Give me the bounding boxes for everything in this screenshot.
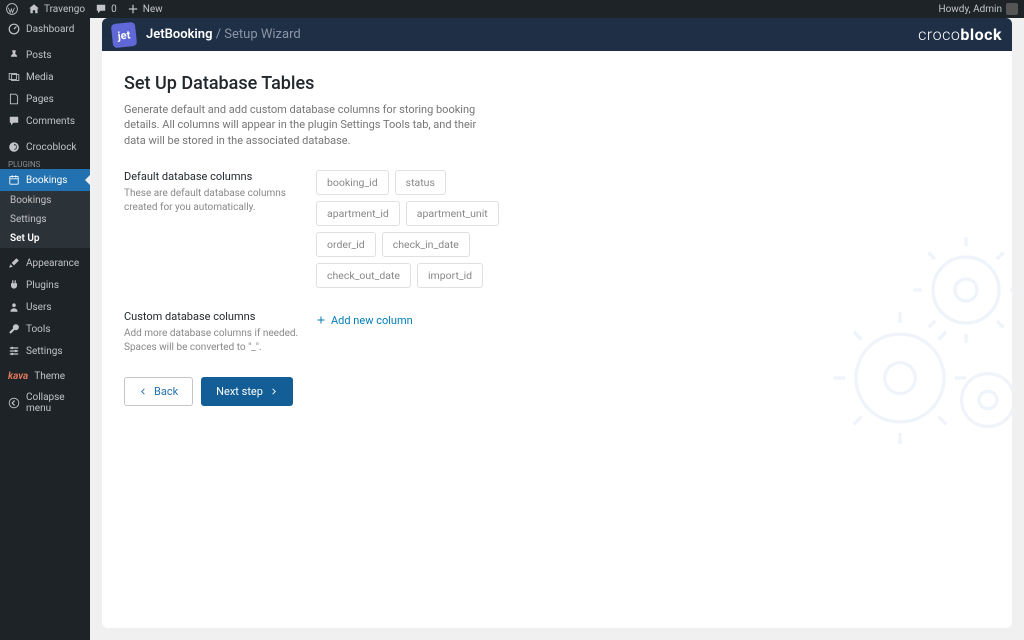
kava-logo: kava <box>8 371 28 382</box>
column-tag: status <box>395 170 446 195</box>
column-tag: import_id <box>417 263 483 288</box>
home-icon <box>28 3 40 15</box>
calendar-icon <box>8 174 20 186</box>
sliders-icon <box>8 345 20 357</box>
title-sub: / Setup Wizard <box>216 27 301 42</box>
crocoblock-icon <box>8 141 20 153</box>
sidebar-item-theme[interactable]: kava Theme <box>0 366 90 387</box>
add-column-button[interactable]: Add new column <box>316 314 413 327</box>
admin-bar: Travengo 0 New Howdy, Admin <box>0 0 1024 18</box>
sidebar-item-label: Plugins <box>26 280 59 291</box>
site-link[interactable]: Travengo <box>28 3 85 15</box>
setup-panel: jet JetBooking / Setup Wizard crocoblock… <box>102 18 1012 628</box>
sidebar-item-bookings[interactable]: Bookings <box>0 169 90 191</box>
jet-badge: jet <box>111 21 137 47</box>
wrench-icon <box>8 323 20 335</box>
sidebar-item-label: Users <box>26 302 52 313</box>
sidebar-item-comments[interactable]: Comments <box>0 110 90 132</box>
panel-content: Set Up Database Tables Generate default … <box>102 51 1012 428</box>
sidebar-item-label: Tools <box>26 324 50 335</box>
comments-link[interactable]: 0 <box>95 3 117 15</box>
back-button[interactable]: Back <box>124 377 193 406</box>
column-tag: check_out_date <box>316 263 411 288</box>
sidebar-sub-setup[interactable]: Set Up <box>0 229 90 248</box>
pin-icon <box>8 49 20 61</box>
sidebar-item-label: Dashboard <box>26 24 74 35</box>
dashboard-icon <box>8 23 20 35</box>
chevron-right-icon <box>269 387 278 396</box>
page-icon <box>8 93 20 105</box>
sidebar-item-appearance[interactable]: Appearance <box>0 252 90 274</box>
panel-title: JetBooking / Setup Wizard <box>146 27 301 42</box>
sidebar-item-tools[interactable]: Tools <box>0 318 90 340</box>
add-column-label: Add new column <box>331 314 413 327</box>
site-name: Travengo <box>44 4 85 15</box>
sidebar-item-dashboard[interactable]: Dashboard <box>0 18 90 40</box>
sidebar-sub-bookings[interactable]: Bookings <box>0 191 90 210</box>
sidebar-item-label: Crocoblock <box>26 142 77 153</box>
new-link[interactable]: New <box>127 3 163 15</box>
default-cols-title: Default database columns <box>124 170 302 183</box>
new-label: New <box>143 4 163 15</box>
back-label: Back <box>154 385 178 398</box>
plug-icon <box>8 279 20 291</box>
sidebar-item-pages[interactable]: Pages <box>0 88 90 110</box>
sidebar-item-media[interactable]: Media <box>0 66 90 88</box>
admin-sidebar: Dashboard Posts Media Pages Comments Cro… <box>0 18 90 640</box>
next-button[interactable]: Next step <box>201 377 293 406</box>
column-tag: apartment_unit <box>406 201 499 226</box>
column-tag: check_in_date <box>382 232 470 257</box>
custom-cols-title: Custom database columns <box>124 310 302 323</box>
media-icon <box>8 71 20 83</box>
howdy-text: Howdy, Admin <box>938 4 1002 15</box>
page-description: Generate default and add custom database… <box>124 102 489 148</box>
collapse-icon <box>8 397 20 409</box>
main-area: jet JetBooking / Setup Wizard crocoblock… <box>90 18 1024 640</box>
sidebar-item-label: Settings <box>26 346 63 357</box>
column-tag: order_id <box>316 232 376 257</box>
sidebar-item-collapse[interactable]: Collapse menu <box>0 387 90 419</box>
next-label: Next step <box>216 385 263 398</box>
sidebar-item-label: Media <box>26 72 54 83</box>
sidebar-item-users[interactable]: Users <box>0 296 90 318</box>
sidebar-submenu: Bookings Settings Set Up <box>0 191 90 248</box>
sidebar-item-label: Theme <box>34 371 65 382</box>
sidebar-item-label: Comments <box>26 116 75 127</box>
plus-icon <box>316 315 326 325</box>
title-main: JetBooking <box>146 27 212 42</box>
sidebar-item-crocoblock[interactable]: Crocoblock <box>0 136 90 158</box>
sidebar-item-label: Collapse menu <box>26 392 82 414</box>
custom-cols-desc: Add more database columns if needed. Spa… <box>124 327 302 355</box>
avatar <box>1006 3 1018 15</box>
plus-icon <box>127 3 139 15</box>
sidebar-item-label: Pages <box>26 94 54 105</box>
default-cols-tags: booking_id status apartment_id apartment… <box>316 170 516 288</box>
sidebar-item-label: Bookings <box>26 175 67 186</box>
sidebar-item-label: Appearance <box>26 258 79 269</box>
custom-columns-row: Custom database columns Add more databas… <box>124 310 990 355</box>
user-icon <box>8 301 20 313</box>
sidebar-sub-settings[interactable]: Settings <box>0 210 90 229</box>
wp-logo[interactable] <box>6 3 18 15</box>
panel-header: jet JetBooking / Setup Wizard crocoblock <box>102 18 1012 51</box>
column-tag: apartment_id <box>316 201 400 226</box>
column-tag: booking_id <box>316 170 389 195</box>
page-heading: Set Up Database Tables <box>124 73 990 94</box>
chevron-left-icon <box>139 387 148 396</box>
comments-count: 0 <box>111 4 117 15</box>
default-cols-desc: These are default database columns creat… <box>124 187 302 215</box>
sidebar-item-plugins[interactable]: Plugins <box>0 274 90 296</box>
howdy-link[interactable]: Howdy, Admin <box>938 3 1018 15</box>
comment-icon <box>95 3 107 15</box>
sidebar-item-label: Posts <box>26 50 52 61</box>
sidebar-item-posts[interactable]: Posts <box>0 44 90 66</box>
brush-icon <box>8 257 20 269</box>
sidebar-item-settings[interactable]: Settings <box>0 340 90 362</box>
wizard-actions: Back Next step <box>124 377 990 406</box>
default-columns-row: Default database columns These are defau… <box>124 170 990 288</box>
comment-icon <box>8 115 20 127</box>
crocoblock-logo: crocoblock <box>918 25 1002 44</box>
plugins-section-label: PLUGINS <box>0 158 90 169</box>
